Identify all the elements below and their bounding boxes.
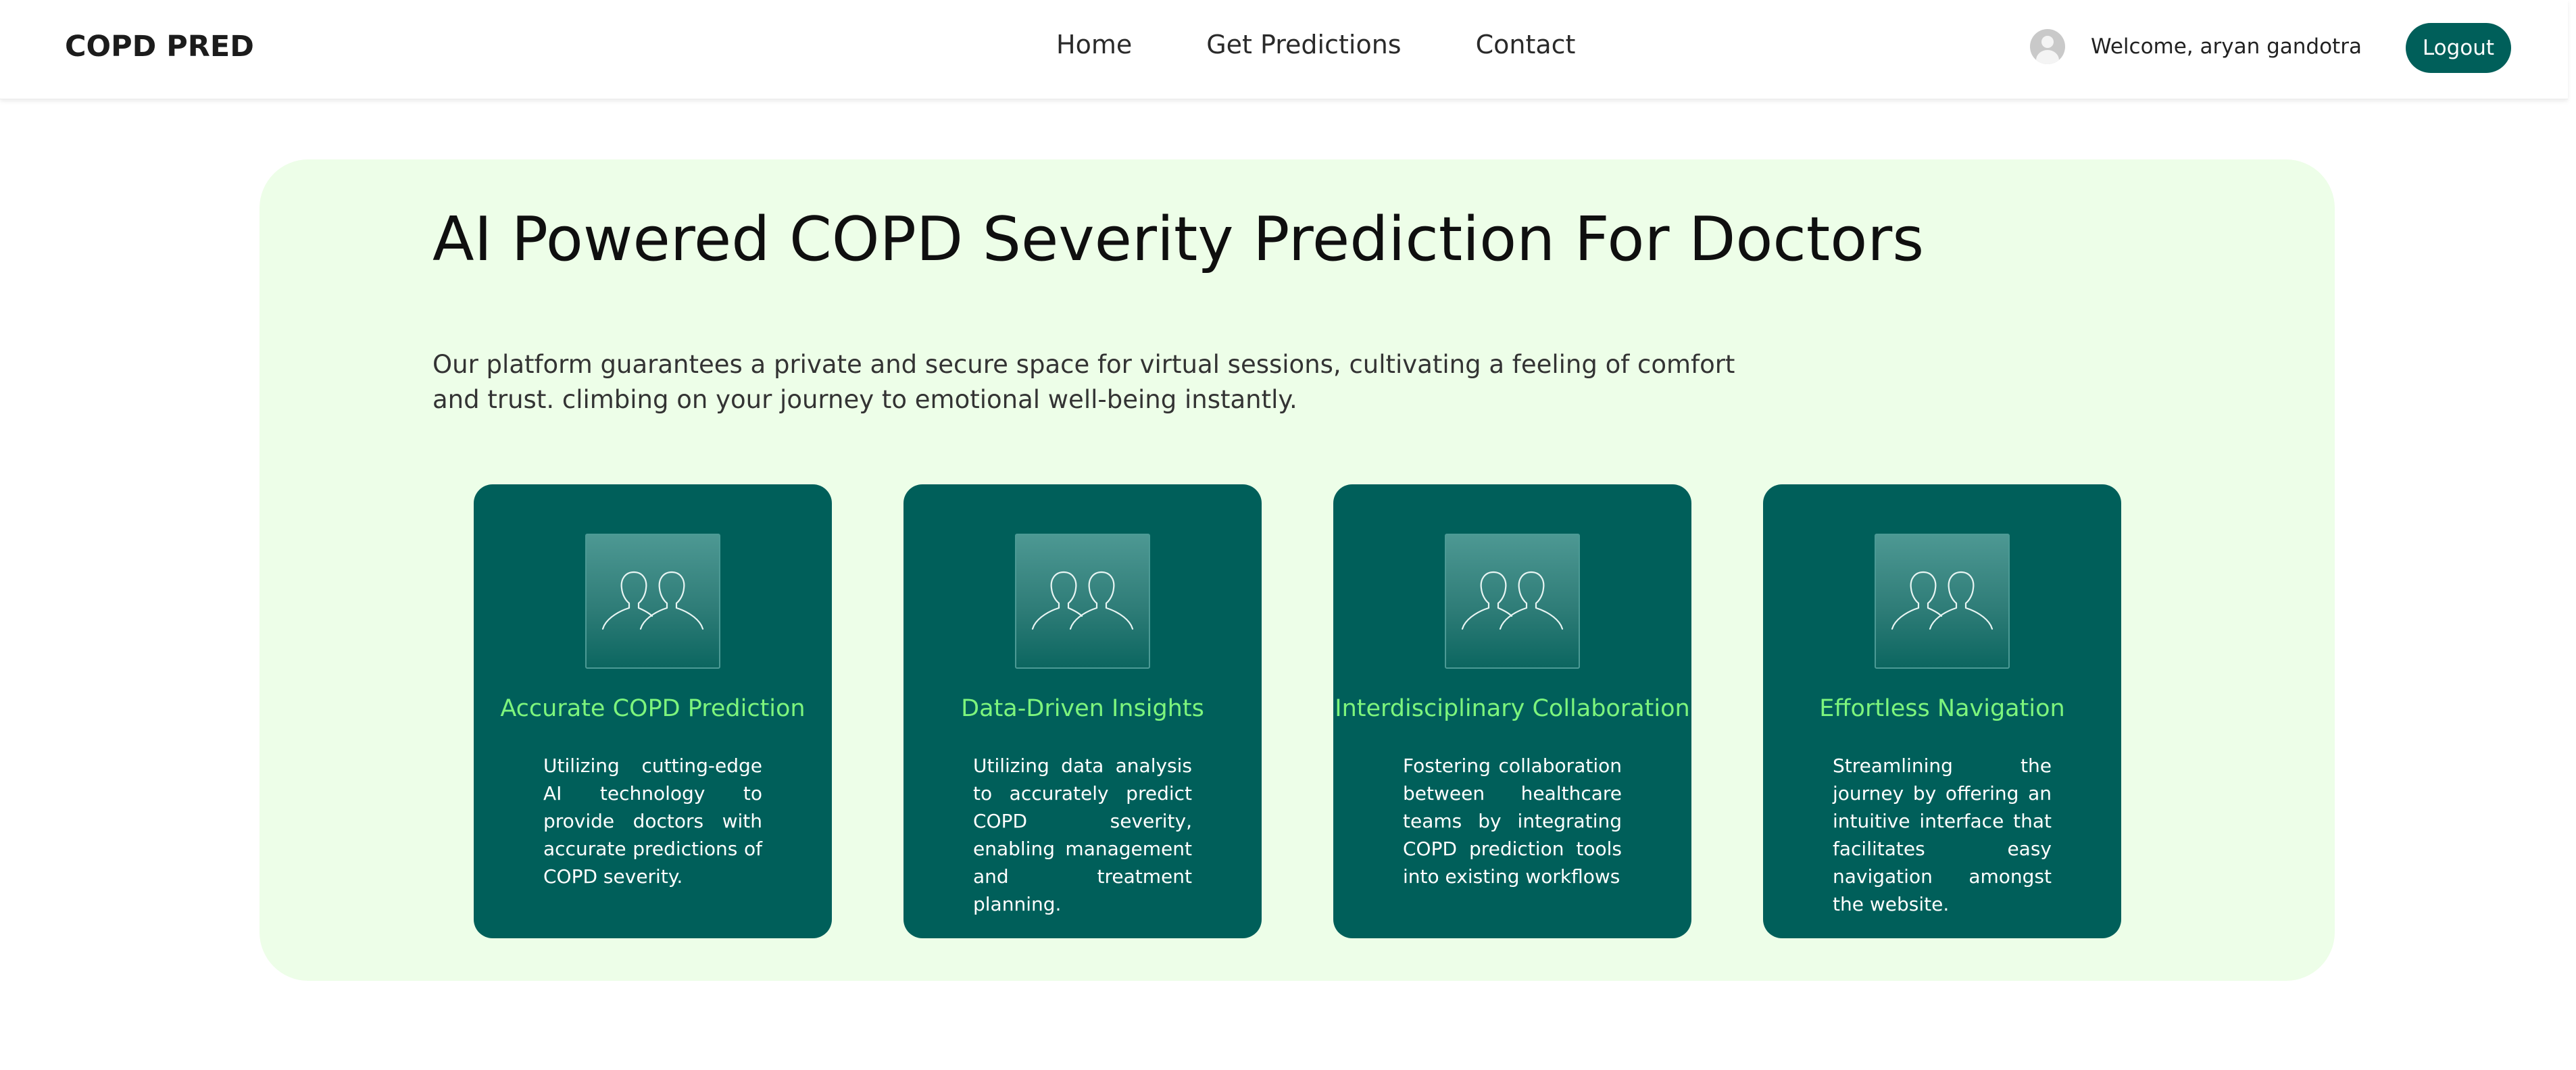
welcome-text: Welcome, aryan gandotra (2091, 34, 2362, 59)
nav-get-predictions-link[interactable]: Get Predictions (1206, 30, 1401, 59)
hero-description: Our platform guarantees a private and se… (432, 350, 1735, 414)
logout-button[interactable]: Logout (2406, 23, 2511, 73)
feature-card-title: Accurate COPD Prediction (500, 695, 806, 722)
user-area: Welcome, aryan gandotra (2030, 29, 2362, 64)
nav-contact-link[interactable]: Contact (1476, 30, 1576, 59)
top-navbar: COPD PRED Home Get Predictions Contact W… (0, 0, 2568, 99)
feature-card-title: Interdisciplinary Collaboration (1335, 695, 1690, 722)
feature-card-accurate-prediction: Accurate COPD Prediction Utilizing cutti… (474, 484, 832, 938)
feature-card-text: Fostering collaboration between healthca… (1403, 755, 1622, 888)
people-icon (1875, 534, 2010, 669)
brand-logo-text[interactable]: COPD PRED (65, 30, 254, 63)
user-avatar-icon[interactable] (2030, 29, 2065, 64)
feature-card-data-insights: Data-Driven Insights Utilizing data anal… (903, 484, 1262, 938)
feature-card-title: Effortless Navigation (1819, 695, 2065, 722)
feature-card-text: Utilizing cutting-edge AI technology to … (543, 755, 762, 888)
main-nav: Home Get Predictions Contact (1056, 30, 1575, 59)
feature-card-text: Utilizing data analysis to accurately pr… (973, 755, 1192, 915)
hero-title: AI Powered COPD Severity Prediction For … (432, 204, 1925, 275)
people-icon (585, 534, 720, 669)
feature-card-navigation: Effortless Navigation Streamlining the j… (1763, 484, 2121, 938)
people-icon (1445, 534, 1580, 669)
nav-home-link[interactable]: Home (1056, 30, 1132, 59)
feature-card-collaboration: Interdisciplinary Collaboration Fosterin… (1333, 484, 1691, 938)
feature-card-title: Data-Driven Insights (961, 695, 1204, 722)
people-icon (1015, 534, 1150, 669)
feature-card-text: Streamlining the journey by offering an … (1833, 755, 2052, 915)
